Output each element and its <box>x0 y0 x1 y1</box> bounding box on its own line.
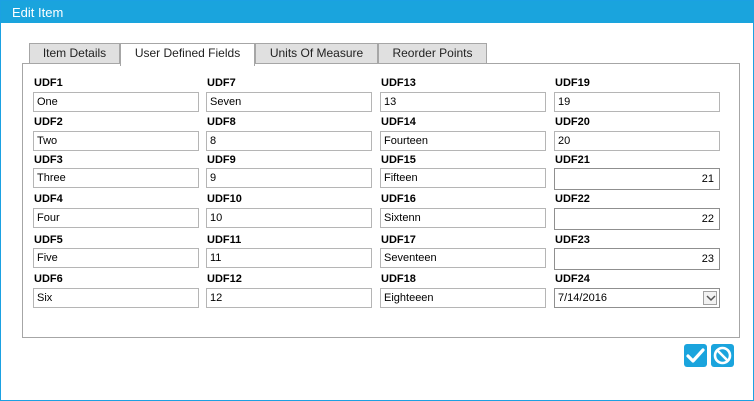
udf9-label: UDF9 <box>207 154 236 166</box>
udf20-input[interactable]: 20 <box>554 131 720 151</box>
chevron-down-icon[interactable] <box>703 291 717 305</box>
udf23-numeric-input[interactable]: 23 <box>554 248 720 270</box>
save-button[interactable] <box>684 344 707 367</box>
udf17-label: UDF17 <box>381 234 416 246</box>
window-title: Edit Item <box>12 5 64 20</box>
tab-units-of-measure[interactable]: Units Of Measure <box>255 43 378 64</box>
udf17-input[interactable]: Seventeen <box>380 248 546 268</box>
udf22-numeric-input[interactable]: 22 <box>554 208 720 230</box>
udf16-input[interactable]: Sixtenn <box>380 208 546 228</box>
udf5-label: UDF5 <box>34 234 63 246</box>
udf24-date-select[interactable]: 7/14/2016 <box>554 288 720 308</box>
cancel-button[interactable] <box>711 344 734 367</box>
udf14-input[interactable]: Fourteen <box>380 131 546 151</box>
udf21-label: UDF21 <box>555 154 590 166</box>
udf23-label: UDF23 <box>555 234 590 246</box>
udf9-input[interactable]: 9 <box>206 168 372 188</box>
udf13-label: UDF13 <box>381 77 416 89</box>
udf1-input[interactable]: One <box>33 92 199 112</box>
udf19-input[interactable]: 19 <box>554 92 720 112</box>
udf5-input[interactable]: Five <box>33 248 199 268</box>
tab-reorder-points[interactable]: Reorder Points <box>378 43 487 64</box>
udf11-input[interactable]: 11 <box>206 248 372 268</box>
udf15-input[interactable]: Fifteen <box>380 168 546 188</box>
udf11-label: UDF11 <box>207 234 242 246</box>
edit-item-window: Edit Item Item Details User Defined Fiel… <box>0 0 754 401</box>
tab-item-details[interactable]: Item Details <box>29 43 120 64</box>
udf7-input[interactable]: Seven <box>206 92 372 112</box>
udf20-label: UDF20 <box>555 116 590 128</box>
udf18-label: UDF18 <box>381 273 416 285</box>
udf24-date-value: 7/14/2016 <box>558 292 607 304</box>
udf8-label: UDF8 <box>207 116 236 128</box>
udf22-label: UDF22 <box>555 193 590 205</box>
udf10-input[interactable]: 10 <box>206 208 372 228</box>
udf12-input[interactable]: 12 <box>206 288 372 308</box>
udf21-numeric-input[interactable]: 21 <box>554 168 720 190</box>
udf4-input[interactable]: Four <box>33 208 199 228</box>
udf7-label: UDF7 <box>207 77 236 89</box>
udf3-label: UDF3 <box>34 154 63 166</box>
udf2-input[interactable]: Two <box>33 131 199 151</box>
udf19-label: UDF19 <box>555 77 590 89</box>
udf8-input[interactable]: 8 <box>206 131 372 151</box>
udf14-label: UDF14 <box>381 116 416 128</box>
udf2-label: UDF2 <box>34 116 63 128</box>
title-bar: Edit Item <box>1 1 753 23</box>
udf1-label: UDF1 <box>34 77 63 89</box>
tab-user-defined-fields[interactable]: User Defined Fields <box>120 43 255 66</box>
udf4-label: UDF4 <box>34 193 63 205</box>
udf15-label: UDF15 <box>381 154 416 166</box>
udf24-label: UDF24 <box>555 273 590 285</box>
udf13-input[interactable]: 13 <box>380 92 546 112</box>
udf10-label: UDF10 <box>207 193 242 205</box>
udf6-label: UDF6 <box>34 273 63 285</box>
udf16-label: UDF16 <box>381 193 416 205</box>
udf3-input[interactable]: Three <box>33 168 199 188</box>
udf12-label: UDF12 <box>207 273 242 285</box>
udf18-input[interactable]: Eighteeen <box>380 288 546 308</box>
udf6-input[interactable]: Six <box>33 288 199 308</box>
